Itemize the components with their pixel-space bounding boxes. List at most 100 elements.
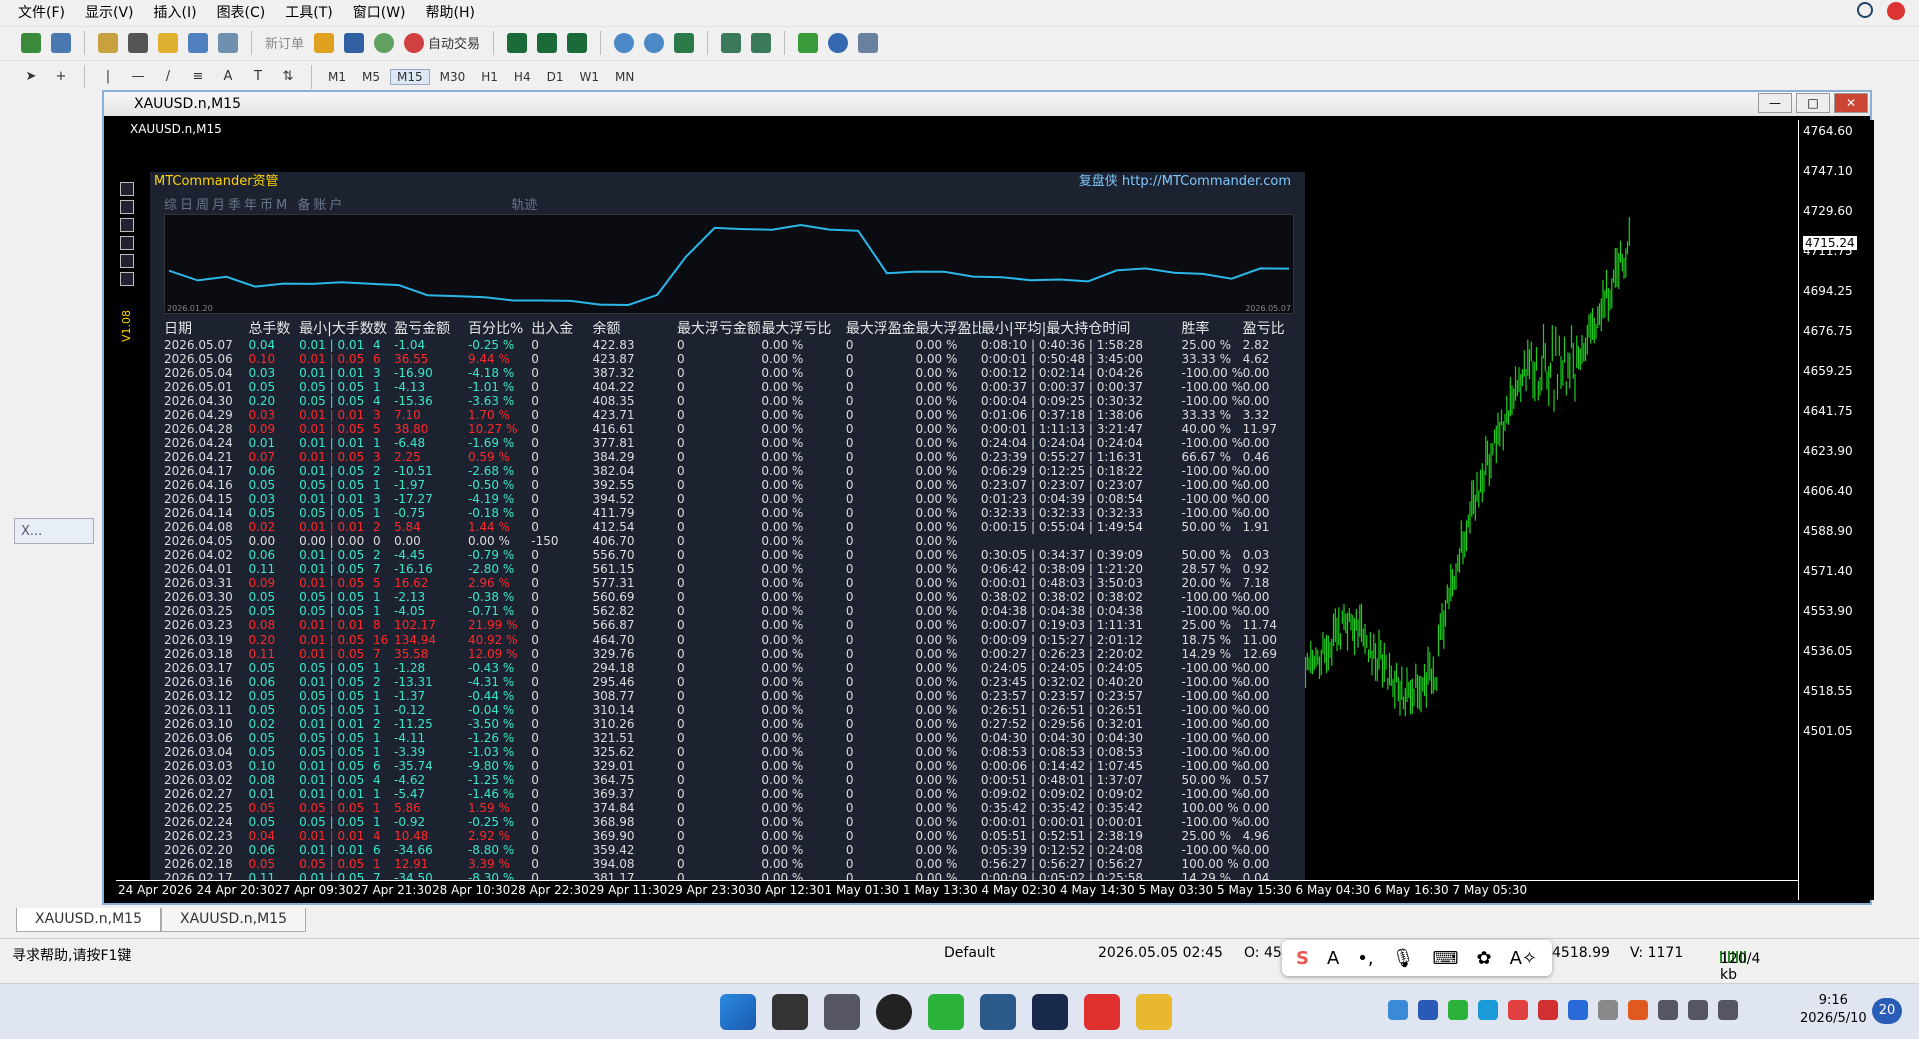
ime-keyboard-icon[interactable]: ⌨ bbox=[1433, 948, 1459, 969]
panel-tabs[interactable]: 综日周月季年币M 备账户 轨迹 bbox=[164, 194, 537, 213]
panel-collapse-icon[interactable] bbox=[120, 182, 134, 196]
tf-m1[interactable]: M1 bbox=[322, 70, 352, 84]
menu-help[interactable]: 帮助(H) bbox=[426, 2, 475, 22]
volume-icon[interactable] bbox=[1688, 1000, 1708, 1020]
tray-icon-2[interactable] bbox=[1418, 1000, 1438, 1020]
panel-move-icon[interactable] bbox=[120, 200, 134, 214]
new-chart-button[interactable] bbox=[18, 30, 44, 56]
tf-mn[interactable]: MN bbox=[609, 70, 640, 84]
autoscroll-button[interactable] bbox=[718, 30, 744, 56]
explorer-icon[interactable] bbox=[1136, 994, 1172, 1030]
ime-ai-icon[interactable]: A✧ bbox=[1510, 948, 1537, 969]
search-icon[interactable] bbox=[1857, 2, 1873, 18]
chart-tab-2[interactable]: XAUUSD.n,M15 bbox=[161, 908, 306, 932]
clock[interactable]: 9:16 2026/5/10 bbox=[1800, 992, 1867, 1028]
crosshair-tool[interactable]: + bbox=[48, 64, 74, 90]
table-cell: 0 bbox=[676, 703, 685, 717]
cursor-tool[interactable]: ➤ bbox=[18, 64, 44, 90]
templates-button[interactable] bbox=[855, 30, 881, 56]
track-tab[interactable]: 轨迹 bbox=[511, 198, 537, 213]
text-tool[interactable]: A bbox=[215, 64, 241, 90]
tf-m15[interactable]: M15 bbox=[390, 68, 430, 85]
panel-help-icon[interactable] bbox=[120, 236, 134, 250]
tester-button[interactable] bbox=[215, 30, 241, 56]
profiles-button[interactable] bbox=[48, 30, 74, 56]
ime-mic-icon[interactable]: 🎙 bbox=[1392, 948, 1415, 969]
app-icon[interactable] bbox=[1032, 994, 1068, 1030]
bar-chart-button[interactable] bbox=[504, 30, 530, 56]
tf-d1[interactable]: D1 bbox=[541, 70, 570, 84]
qq-icon[interactable] bbox=[876, 994, 912, 1030]
market-watch-button[interactable] bbox=[95, 30, 121, 56]
tf-h4[interactable]: H4 bbox=[508, 70, 537, 84]
price-axis[interactable]: 4764.60 4747.10 4729.60 4711.75 4694.25 4676.… bbox=[1798, 120, 1874, 900]
period-tabs[interactable]: 综日周月季年币M 备账户 bbox=[164, 198, 345, 213]
data-window-button[interactable] bbox=[125, 30, 151, 56]
ime-punct-icon[interactable]: •, bbox=[1357, 948, 1373, 969]
bluetooth-icon[interactable] bbox=[1568, 1000, 1588, 1020]
notification-badge[interactable]: 20 bbox=[1872, 998, 1902, 1024]
vps-button[interactable] bbox=[371, 30, 397, 56]
tray-icon-4[interactable] bbox=[1478, 1000, 1498, 1020]
ime-skin-icon[interactable]: ✿ bbox=[1476, 948, 1491, 969]
auto-trade-button[interactable]: 自动交易 bbox=[401, 30, 483, 56]
terminal-button[interactable] bbox=[185, 30, 211, 56]
menu-file[interactable]: 文件(F) bbox=[18, 2, 65, 22]
calculator-icon[interactable] bbox=[824, 994, 860, 1030]
chart-shift-button[interactable] bbox=[748, 30, 774, 56]
tray-icon-6[interactable] bbox=[1538, 1000, 1558, 1020]
tray-icon-8[interactable] bbox=[1628, 1000, 1648, 1020]
tf-w1[interactable]: W1 bbox=[573, 70, 605, 84]
zoom-in-button[interactable] bbox=[611, 30, 637, 56]
line-chart-button[interactable] bbox=[564, 30, 590, 56]
menu-insert[interactable]: 插入(I) bbox=[154, 2, 197, 22]
mt4-icon[interactable] bbox=[980, 994, 1016, 1030]
tf-m30[interactable]: M30 bbox=[434, 70, 472, 84]
menu-tools[interactable]: 工具(T) bbox=[285, 2, 332, 22]
ime-mode-icon[interactable]: A bbox=[1327, 948, 1339, 969]
channel-tool[interactable]: ≡ bbox=[185, 64, 211, 90]
signals-button[interactable] bbox=[341, 30, 367, 56]
tile-windows-button[interactable] bbox=[671, 30, 697, 56]
tray-icon-1[interactable] bbox=[1388, 1000, 1408, 1020]
tf-m5[interactable]: M5 bbox=[356, 70, 386, 84]
ec-icon[interactable] bbox=[1084, 994, 1120, 1030]
vline-tool[interactable]: | bbox=[95, 64, 121, 90]
price-chart[interactable]: XAUUSD.n,M15 MTCommander资管 复盘侠 http://MT… bbox=[116, 120, 1816, 900]
panel-settings-icon[interactable] bbox=[120, 218, 134, 232]
close-button[interactable]: ✕ bbox=[1834, 93, 1868, 113]
candle-chart-button[interactable] bbox=[534, 30, 560, 56]
zoom-out-button[interactable] bbox=[641, 30, 667, 56]
label-tool[interactable]: T bbox=[245, 64, 271, 90]
left-window-tab[interactable]: X... bbox=[14, 518, 94, 544]
start-icon[interactable] bbox=[720, 994, 756, 1030]
minimize-button[interactable]: — bbox=[1758, 93, 1792, 113]
hline-tool[interactable]: — bbox=[125, 64, 151, 90]
notification-icon[interactable] bbox=[1887, 2, 1905, 20]
tray-icon-7[interactable] bbox=[1598, 1000, 1618, 1020]
panel-window-icon[interactable] bbox=[120, 272, 134, 286]
arrows-tool[interactable]: ⇅ bbox=[275, 64, 301, 90]
chart-tab-1[interactable]: XAUUSD.n,M15 bbox=[16, 908, 161, 932]
trendline-tool[interactable]: / bbox=[155, 64, 181, 90]
menu-chart[interactable]: 图表(C) bbox=[217, 2, 266, 22]
chart-window-titlebar[interactable]: XAUUSD.n,M15 — □ ✕ bbox=[104, 92, 1870, 116]
tray-icon-3[interactable] bbox=[1448, 1000, 1468, 1020]
indicators-button[interactable] bbox=[795, 30, 821, 56]
maximize-button[interactable]: □ bbox=[1796, 93, 1830, 113]
ime-logo-icon[interactable]: S bbox=[1296, 948, 1309, 969]
navigator-button[interactable] bbox=[155, 30, 181, 56]
tf-h1[interactable]: H1 bbox=[475, 70, 504, 84]
brand-url[interactable]: http://MTCommander.com bbox=[1122, 174, 1291, 189]
battery-icon[interactable] bbox=[1718, 1000, 1738, 1020]
metaeditor-button[interactable] bbox=[311, 30, 337, 56]
menu-view[interactable]: 显示(V) bbox=[85, 2, 134, 22]
periods-button[interactable] bbox=[825, 30, 851, 56]
wechat-icon[interactable] bbox=[928, 994, 964, 1030]
panel-list-icon[interactable] bbox=[120, 254, 134, 268]
task-view-icon[interactable] bbox=[772, 994, 808, 1030]
tray-icon-5[interactable] bbox=[1508, 1000, 1528, 1020]
display-icon[interactable] bbox=[1658, 1000, 1678, 1020]
menu-window[interactable]: 窗口(W) bbox=[353, 2, 406, 22]
new-order-button[interactable]: 新订单 bbox=[262, 30, 307, 56]
